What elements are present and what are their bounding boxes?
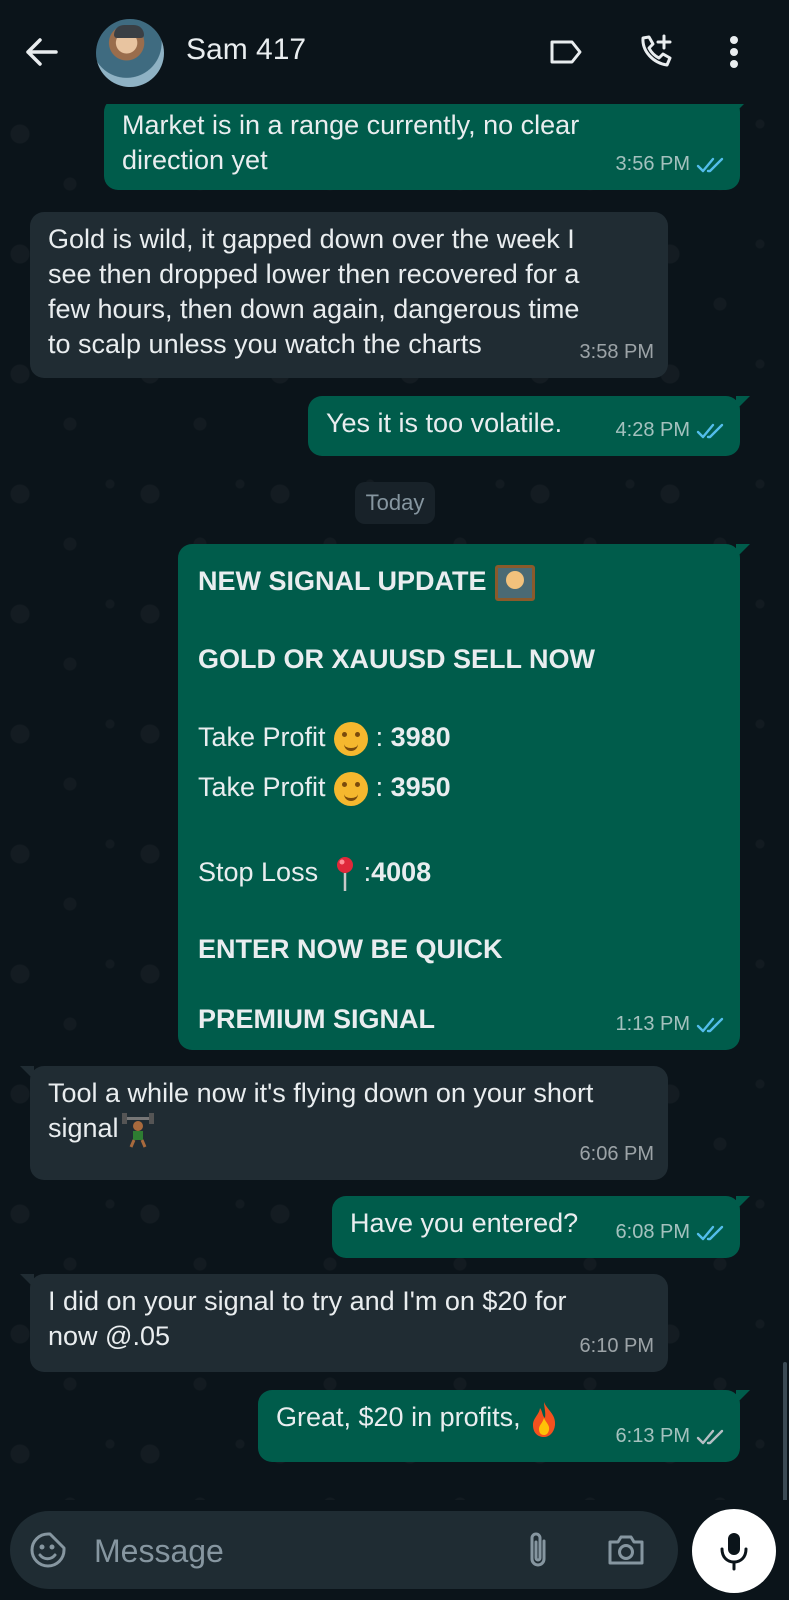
teacher-emoji-icon [494,564,535,601]
camera-icon[interactable] [602,1526,650,1574]
chat-area[interactable]: Market is in a range currently, no clear… [0,104,789,1500]
message-meta: 6:13 PM [616,1419,726,1454]
hugging-face-emoji-icon [333,721,368,756]
sl-label: Stop Loss [198,857,319,888]
message-bubble-outgoing[interactable]: Yes it is too volatile. 4:28 PM [308,396,750,456]
fire-emoji-icon [532,1402,555,1437]
tp2-label: Take Profit [198,772,326,802]
message-bubble-incoming[interactable]: I did on your signal to try and I'm on $… [20,1274,668,1372]
sl-separator: : [363,857,372,888]
sl-value: 4008 [371,857,432,888]
mic-icon [720,1533,748,1571]
signal-title-text: NEW SIGNAL UPDATE [198,566,487,596]
signal-footer: PREMIUM SIGNAL [198,1004,436,1034]
weightlifter-emoji-icon [121,1112,154,1148]
tp1-value: 3980 [390,722,451,752]
contact-avatar[interactable] [96,19,164,87]
read-receipt-icon [696,1017,724,1032]
take-profit-2: Take Profit: 3950 [198,770,451,806]
message-meta: 4:28 PM [616,413,726,448]
chat-scrollbar[interactable] [783,1362,787,1500]
back-arrow-icon[interactable] [22,32,62,72]
message-time: 6:13 PM [615,1425,690,1447]
message-input-pill [10,1511,678,1589]
message-bubble-incoming[interactable]: Tool a while now it's flying down on you… [20,1066,668,1180]
message-time: 4:28 PM [615,419,690,441]
composer-bar [0,1500,789,1600]
tp2-value: 3950 [390,772,451,802]
contact-name[interactable]: Sam 417 [186,33,306,67]
message-time: 6:06 PM [579,1143,654,1165]
message-time: 6:08 PM [615,1221,690,1243]
take-profit-1: Take Profit: 3980 [198,720,451,756]
add-call-icon[interactable] [634,30,678,74]
message-bubble-incoming[interactable]: Gold is wild, it gapped down over the we… [30,212,668,378]
message-time: 3:56 PM [615,153,690,175]
message-meta: 6:08 PM [616,1215,726,1250]
message-time: 1:13 PM [615,1013,690,1035]
tp1-label: Take Profit [198,722,326,752]
message-time: 6:10 PM [579,1335,654,1357]
message-text-content: Great, $20 in profits, [276,1402,521,1433]
read-receipt-icon [696,1225,724,1240]
message-text: I did on your signal to try and I'm on $… [48,1286,567,1351]
message-text: Tool a while now it's flying down on you… [48,1076,650,1148]
hugging-face-emoji-icon [333,771,368,806]
tp2-separator: : [375,772,384,802]
pushpin-emoji-icon [336,857,353,891]
attach-icon[interactable] [514,1526,562,1574]
message-meta: 1:13 PM [616,1007,726,1042]
read-receipt-icon [696,423,724,438]
sticker-icon[interactable] [24,1526,72,1574]
message-meta: 6:10 PM [580,1329,654,1364]
more-vert-icon[interactable] [712,30,756,74]
delivered-receipt-icon [696,1429,724,1444]
tp1-separator: : [375,722,384,752]
signal-message-bubble[interactable]: NEW SIGNAL UPDATE GOLD OR XAUUSD SELL NO… [178,544,750,1050]
message-text: Gold is wild, it gapped down over the we… [48,224,580,359]
message-bubble-outgoing[interactable]: Great, $20 in profits, 6:13 PM [258,1390,750,1462]
date-divider: Today [355,482,435,524]
message-time: 3:58 PM [579,341,654,363]
message-input[interactable] [92,1525,516,1577]
signal-cta: ENTER NOW BE QUICK [198,934,503,964]
message-bubble-outgoing[interactable]: Have you entered? 6:08 PM [332,1196,750,1258]
message-meta: 6:06 PM [580,1137,654,1172]
signal-instruction: GOLD OR XAUUSD SELL NOW [198,644,596,674]
signal-title: NEW SIGNAL UPDATE [198,564,535,601]
chat-header: Sam 417 [0,0,789,104]
mic-button[interactable] [692,1509,776,1593]
label-icon[interactable] [544,30,588,74]
message-meta: 3:56 PM [616,147,726,182]
stop-loss: Stop Loss :4008 [198,855,431,893]
message-bubble-outgoing[interactable]: Market is in a range currently, no clear… [104,104,750,190]
read-receipt-icon [696,157,724,172]
message-meta: 3:58 PM [580,335,654,370]
